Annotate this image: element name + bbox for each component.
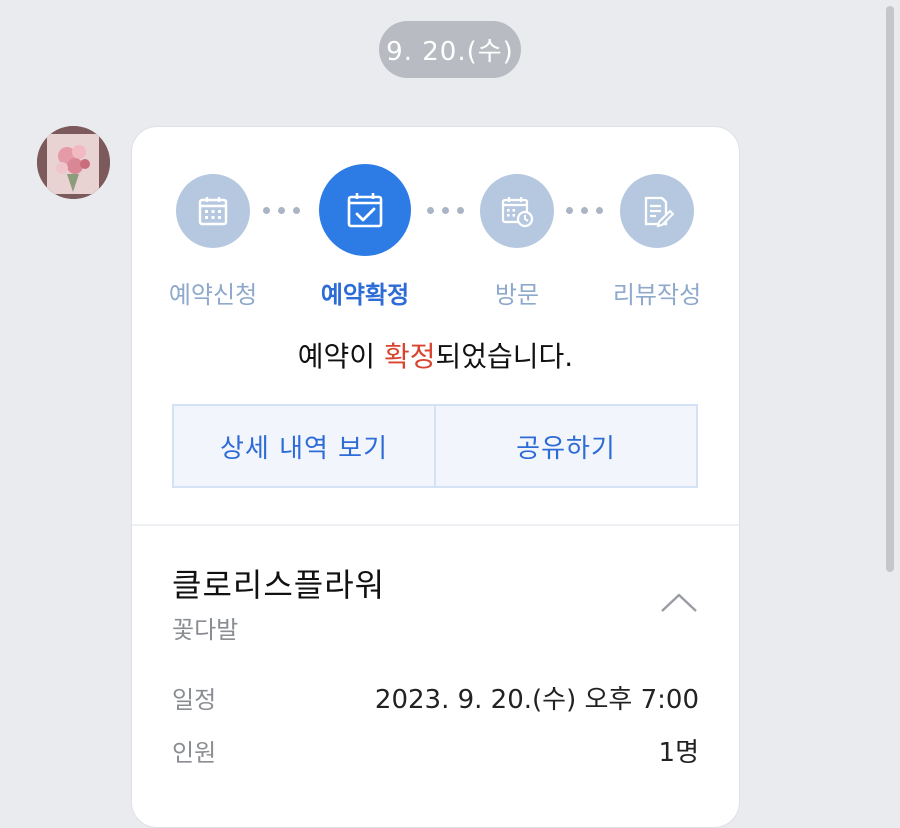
step-confirmed-circle [319,164,411,256]
step-visit-circle [480,174,554,248]
date-divider-text: 9. 20.(수) [386,37,514,67]
shop-category: 꽃다발 [172,616,239,644]
message-suffix: 되었습니다. [435,340,574,373]
calendar-clock-icon [501,197,534,228]
step-review-circle [620,174,694,248]
step-connector-dots [263,207,300,214]
reservation-card: 예약신청 예약확정 방문 리뷰작성 예약이 확정되었습니다. 상세 내역 보기 … [131,126,740,828]
shop-name: 클로리스플라워 [172,566,386,604]
step-request-circle [176,174,250,248]
schedule-value: 2023. 9. 20.(수) 오후 7:00 [374,685,699,715]
schedule-label: 일정 [172,686,217,714]
step-connector-dots [566,207,603,214]
step-label-visit: 방문 [494,281,540,309]
confirmation-message: 예약이 확정되었습니다. [132,335,739,375]
calendar-icon [198,197,228,226]
step-label-request: 예약신청 [168,281,258,309]
calendar-check-icon [347,193,383,228]
action-buttons: 상세 내역 보기 공유하기 [172,404,698,488]
party-size-value: 1명 [658,738,699,768]
section-divider [132,524,739,526]
avatar[interactable] [37,126,110,199]
date-divider: 9. 20.(수) [379,21,521,78]
flower-bouquet-image [37,126,110,199]
message-highlight: 확정 [383,340,436,373]
step-connector-dots [427,207,464,214]
document-edit-icon [644,196,674,228]
chevron-up-icon [661,593,697,612]
scrollbar[interactable] [886,6,894,572]
step-label-review: 리뷰작성 [612,281,702,309]
message-prefix: 예약이 [297,340,384,373]
collapse-button[interactable] [659,589,699,615]
view-details-button[interactable]: 상세 내역 보기 [174,406,434,486]
step-label-confirmed: 예약확정 [320,281,410,309]
share-button[interactable]: 공유하기 [434,406,696,486]
party-size-label: 인원 [172,739,217,767]
